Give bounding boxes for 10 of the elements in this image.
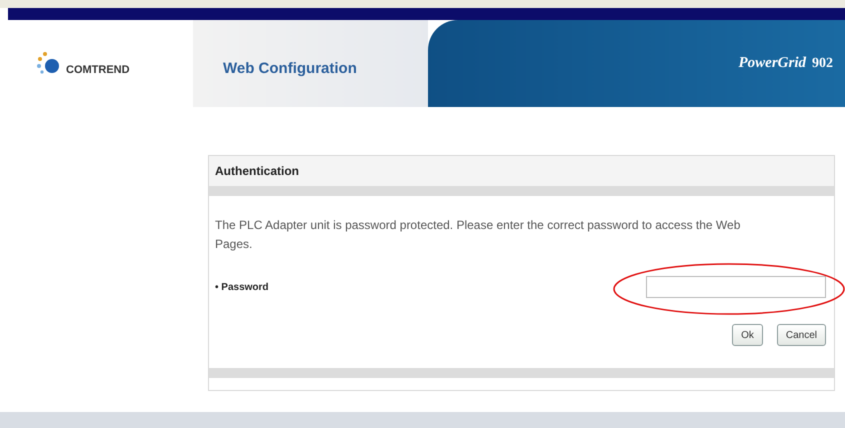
logo-icon [36, 50, 62, 76]
field-label: • Password [215, 280, 269, 294]
ok-button[interactable]: Ok [732, 324, 763, 346]
page-title: Web Configuration [223, 59, 357, 80]
brand-logo-text: COMTREND [66, 63, 130, 78]
panel-message: The PLC Adapter unit is password protected. Please enter the correct password to access the Web Pages. [214, 217, 742, 253]
panel-title: Authentication [215, 163, 299, 180]
product-logo: PowerGrid 902 [738, 54, 833, 74]
cancel-button[interactable]: Cancel [776, 324, 826, 346]
password-field[interactable] [646, 276, 826, 298]
